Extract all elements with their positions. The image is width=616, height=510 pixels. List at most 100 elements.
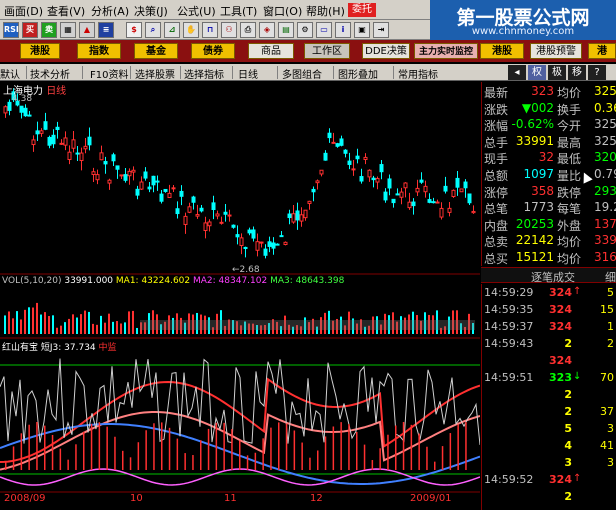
quick-commodity-button[interactable]: 商品: [248, 43, 294, 59]
ma2-value: MA2: 48347.102: [193, 276, 268, 286]
hand-icon[interactable]: ✋: [183, 22, 199, 38]
workspace-button[interactable]: 工作区: [304, 43, 350, 59]
x-label-nov: 11: [224, 493, 237, 504]
candle-body: [299, 214, 304, 222]
indicator-bar: [223, 422, 225, 470]
period-daily-item[interactable]: 日线: [238, 66, 258, 81]
map-icon[interactable]: ◈: [259, 22, 275, 38]
exit-icon[interactable]: ⇥: [373, 22, 389, 38]
candle-body: [159, 193, 164, 202]
vol-indicator-name: VOL(5,10,20): [2, 276, 62, 286]
quote-value: 1097: [523, 167, 554, 181]
tab-rights[interactable]: 权: [528, 65, 546, 80]
overlay-item[interactable]: 图形叠加: [338, 66, 378, 81]
t-vol: 15: [600, 303, 614, 316]
indicator-bar: [449, 433, 452, 470]
grid-icon[interactable]: ▦: [60, 22, 76, 38]
trade-row: 14:59:52 324 ↑: [482, 473, 616, 490]
candle-body: [87, 136, 92, 146]
menu-analysis[interactable]: 分析(A): [91, 3, 129, 19]
list-icon[interactable]: ≡: [98, 22, 114, 38]
quick-hk3-button[interactable]: 港: [588, 43, 616, 59]
hk-alert-button[interactable]: 港股预警: [530, 43, 582, 59]
trade-row: 14:59:35 324 15: [482, 303, 616, 320]
indicator-bar: [363, 444, 366, 470]
common-indicator-item[interactable]: 常用指标: [398, 66, 438, 81]
candle-body: [83, 145, 88, 150]
menu-screen[interactable]: 画面(D): [4, 3, 43, 19]
indicator-bar: [207, 428, 210, 470]
menu-window[interactable]: 窗口(O): [263, 3, 302, 19]
kline-chart[interactable]: [0, 82, 480, 510]
indicator-bar: [410, 424, 413, 470]
menu-view[interactable]: 查看(V): [47, 3, 85, 19]
select-stock-item[interactable]: 选择股票: [135, 66, 175, 81]
menu-formula[interactable]: 公式(U): [177, 3, 216, 19]
candle-body: [215, 213, 220, 217]
icon-toolbar: RSI 买 卖 ▦ ▲ ≡ $ ⌕ ⊿ ✋ ⊓ ⚇ ⎙ ◈ ▤ ⚙ ▭ i ▣ …: [0, 20, 430, 40]
quote-value: 20253: [515, 216, 554, 231]
candle-body: [375, 178, 380, 183]
arrow-left-icon[interactable]: ◂: [508, 65, 526, 80]
menu-help[interactable]: 帮助(H): [306, 3, 345, 19]
tab-move[interactable]: 移: [568, 65, 586, 80]
quick-bond-button[interactable]: 债券: [191, 43, 235, 59]
rsi-icon[interactable]: RSI: [3, 22, 19, 38]
printer-icon[interactable]: ⎙: [240, 22, 256, 38]
select-indicator-item[interactable]: 选择指标: [184, 66, 224, 81]
buy-icon[interactable]: 买: [22, 22, 38, 38]
main-monitor-button[interactable]: 主力实时监控: [414, 43, 478, 59]
menu-tools[interactable]: 工具(T): [220, 3, 257, 19]
quick-fund-button[interactable]: 基金: [134, 43, 178, 59]
info-icon[interactable]: i: [335, 22, 351, 38]
volume-bar: [68, 318, 70, 334]
ruler-icon[interactable]: ⊿: [164, 22, 180, 38]
order-badge[interactable]: 委托: [348, 3, 376, 17]
magnet-icon[interactable]: ⊓: [202, 22, 218, 38]
kline-chart-area[interactable]: 上海电力 日线 4.38 ←2.68 VOL(5,10,20) 33991.00…: [0, 82, 480, 510]
quote-label: 内盘: [484, 218, 509, 233]
trades-detail-tab[interactable]: 细: [605, 269, 616, 285]
f10-item[interactable]: F10资料: [90, 66, 128, 81]
quote-label: 最新: [484, 86, 509, 100]
candle-body: [407, 201, 412, 209]
chart-icon[interactable]: ▲: [79, 22, 95, 38]
candle-body: [95, 174, 100, 181]
quote-row: 涨停 358 跌停 293: [482, 184, 616, 200]
quote-label: 今开: [557, 119, 582, 134]
quick-hk2-button[interactable]: 港股: [480, 43, 524, 59]
default-item[interactable]: 默认: [0, 66, 20, 81]
candle-body: [119, 174, 124, 177]
candle-body: [335, 143, 340, 147]
quote-value: ▼002: [521, 100, 554, 115]
trades-list[interactable]: 14:59:29 324 ↑ 5 14:59:35 324 15 14:59:37 324 1 14…: [481, 284, 616, 510]
quick-index-button[interactable]: 指数: [77, 43, 121, 59]
candle-body: [223, 211, 228, 215]
quick-hk-button[interactable]: 港股: [20, 43, 60, 59]
trade-time: 14:59:51: [484, 371, 534, 384]
sell-icon[interactable]: 卖: [41, 22, 57, 38]
multi-chart-item[interactable]: 多图组合: [282, 66, 322, 81]
lock-icon[interactable]: ▣: [354, 22, 370, 38]
volume-bar: [104, 322, 106, 334]
candle-body: [327, 132, 332, 139]
indicator-bar: [36, 422, 38, 470]
trade-time: 14:59:52: [484, 473, 534, 486]
candle-body: [107, 179, 112, 184]
indicator-bar: [122, 450, 124, 470]
dde-decision-button[interactable]: DDE决策: [362, 43, 410, 59]
calc-icon[interactable]: ▤: [278, 22, 294, 38]
indicator-name: 红山有宝: [2, 343, 39, 353]
tab-help[interactable]: ?: [588, 65, 606, 80]
candle-body: [35, 130, 40, 135]
dollar-icon[interactable]: $: [126, 22, 142, 38]
window-icon[interactable]: ▭: [316, 22, 332, 38]
search-icon[interactable]: ⌕: [145, 22, 161, 38]
indicator-bar: [332, 426, 335, 470]
tech-analysis-item[interactable]: 技术分析: [30, 66, 70, 81]
menu-decision[interactable]: 决策(J): [134, 3, 168, 19]
tab-pole[interactable]: 极: [548, 65, 566, 80]
settings-icon[interactable]: ⚙: [297, 22, 313, 38]
volume-bar: [100, 315, 102, 334]
people-icon[interactable]: ⚇: [221, 22, 237, 38]
